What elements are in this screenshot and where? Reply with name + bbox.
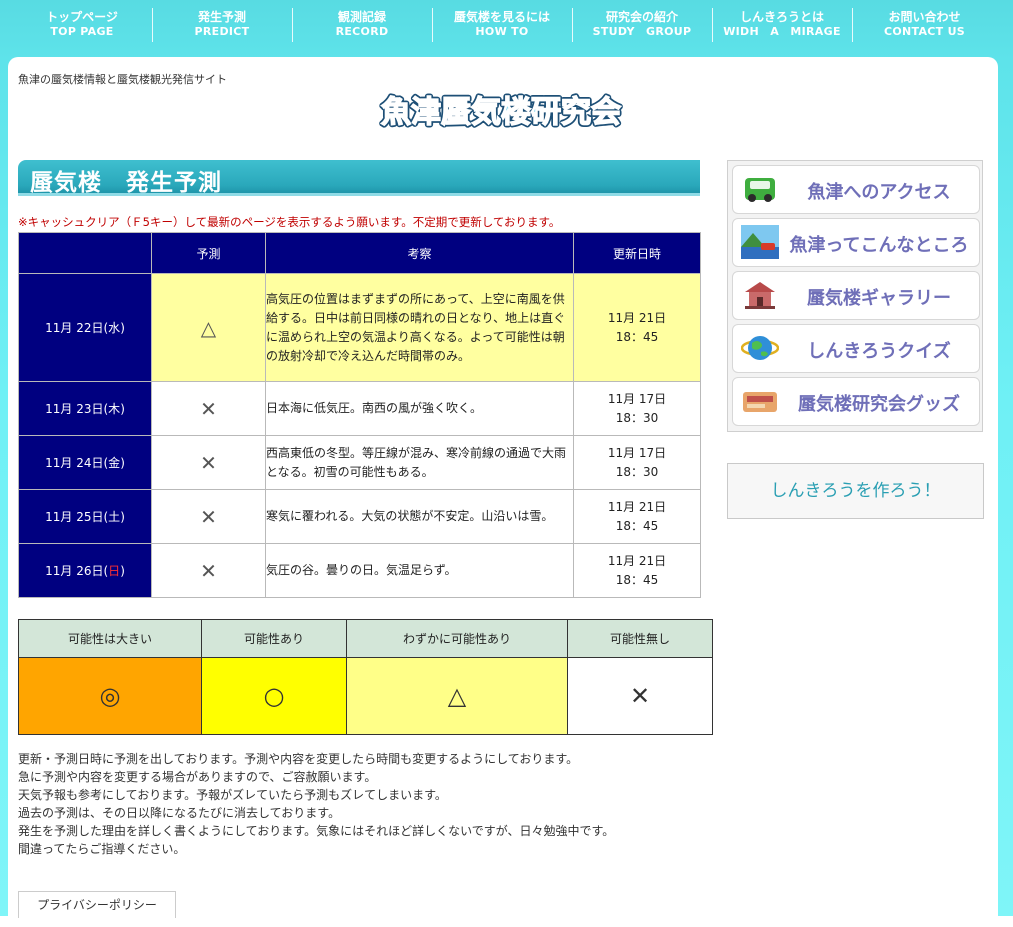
nav-label-en: CONTACT US (883, 25, 966, 38)
top-nav: トップページ TOP PAGE 発生予測 PREDICT 観測記録 RECORD… (12, 6, 997, 44)
nav-mirage[interactable]: しんきろうとは WIDH A MIRAGE (712, 6, 852, 44)
forecast-note: 寒気に覆われる。大気の状態が不安定。山沿いは雪。 (265, 489, 574, 544)
updated-at: 11月 21日 18：45 (573, 543, 701, 598)
row-date: 11月 22日(水) (18, 273, 152, 382)
cache-notice: ※キャッシュクリア（Ｆ5キー）して最新のページを表示するよう願います。不定期で更… (18, 215, 561, 229)
row-date: 11月 23日(木) (18, 381, 152, 436)
nav-label-en: WIDH A MIRAGE (723, 25, 841, 38)
table-row: 11月 22日(水) △ 高気圧の位置はまずまずの所にあって、上空に南風を供給す… (18, 273, 701, 382)
sidebar-item-label: 魚津ってこんなところ (789, 235, 969, 256)
legend-symbol: ○ (201, 657, 347, 735)
updated-at: 11月 17日 18：30 (573, 381, 701, 436)
legend-label: 可能性あり (201, 619, 347, 658)
nav-label-jp: 研究会の紹介 (605, 10, 678, 24)
forecast-note: 西高東低の冬型。等圧線が混み、寒冷前線の通過で大雨となる。初雪の可能性もある。 (265, 435, 574, 490)
car-icon (741, 172, 779, 206)
info-text: 更新・予測日時に予測を出しております。予測や内容を変更したら時間も変更するように… (18, 750, 614, 858)
legend-label-row: 可能性は大きい 可能性あり わずかに可能性あり 可能性無し (18, 619, 713, 658)
logo-text: 魚津蜃気楼研究会 (381, 95, 621, 130)
updated-at: 11月 17日 18：30 (573, 435, 701, 490)
site-logo[interactable]: 魚津蜃気楼研究会 魚津蜃気楼研究会 (370, 89, 632, 133)
nav-how-to[interactable]: 蜃気楼を見るには HOW TO (432, 6, 572, 44)
sidebar-item-about-uozu[interactable]: 魚津ってこんなところ (732, 218, 980, 267)
nav-record[interactable]: 観測記録 RECORD (292, 6, 432, 44)
globe-icon (740, 331, 780, 365)
info-line: 更新・予測日時に予測を出しております。予測や内容を変更したら時間も変更するように… (18, 752, 579, 766)
info-line: 発生を予測した理由を詳しく書くようにしております。気象にはそれほど詳しくないです… (18, 824, 615, 838)
sidebar: 魚津へのアクセス 魚津ってこんなところ 蜃気楼ギャラリー しんきろうクイズ 蜃気… (727, 160, 983, 432)
legend-label: わずかに可能性あり (346, 619, 568, 658)
nav-study-group[interactable]: 研究会の紹介 STUDY GROUP (572, 6, 712, 44)
legend-symbol: △ (346, 657, 568, 735)
legend-symbol-row: ◎ ○ △ ✕ (18, 657, 713, 735)
forecast-symbol: ✕ (151, 543, 266, 598)
header-forecast: 予測 (151, 232, 266, 274)
nav-contact[interactable]: お問い合わせ CONTACT US (852, 6, 997, 44)
forecast-symbol: ✕ (151, 489, 266, 544)
nav-label-en: TOP PAGE (50, 25, 114, 38)
sidebar-item-goods[interactable]: 蜃気楼研究会グッズ (732, 377, 980, 426)
nav-label-jp: トップページ (46, 10, 118, 24)
page-title-bar: 蜃気楼 発生予測 (18, 160, 700, 196)
sidebar-item-quiz[interactable]: しんきろうクイズ (732, 324, 980, 373)
forecast-symbol: △ (151, 273, 266, 382)
content-panel: 魚津の蜃気楼情報と蜃気楼観光発信サイト 魚津蜃気楼研究会 魚津蜃気楼研究会 蜃気… (8, 57, 998, 927)
legend-label: 可能性無し (567, 619, 713, 658)
info-line: 天気予報も参考にしております。予報がズレていたら予測もズレてしまいます。 (18, 788, 447, 802)
forecast-header-row: 予測 考察 更新日時 (18, 232, 701, 274)
forecast-symbol: ✕ (151, 381, 266, 436)
nav-label-en: PREDICT (194, 25, 250, 38)
table-row: 11月 24日(金) ✕ 西高東低の冬型。等圧線が混み、寒冷前線の通過で大雨とな… (18, 435, 701, 490)
sidebar-item-access[interactable]: 魚津へのアクセス (732, 165, 980, 214)
table-row: 11月 25日(土) ✕ 寒気に覆われる。大気の状態が不安定。山沿いは雪。 11… (18, 489, 701, 544)
legend-label: 可能性は大きい (18, 619, 202, 658)
goods-icon (741, 384, 779, 418)
nav-label-jp: 発生予測 (197, 10, 246, 24)
sidebar-item-gallery[interactable]: 蜃気楼ギャラリー (732, 271, 980, 320)
forecast-note: 日本海に低気圧。南西の風が強く吹く。 (265, 381, 574, 436)
header-note: 考察 (265, 232, 574, 274)
updated-at: 11月 21日 18：45 (573, 489, 701, 544)
nav-top-page[interactable]: トップページ TOP PAGE (12, 6, 152, 44)
row-date: 11月 26日(日) (18, 543, 152, 598)
nav-predict[interactable]: 発生予測 PREDICT (152, 6, 292, 44)
forecast-table: 予測 考察 更新日時 11月 22日(水) △ 高気圧の位置はまずまずの所にあっ… (18, 232, 701, 598)
sidebar-item-label: 蜃気楼ギャラリー (807, 288, 951, 309)
info-line: 過去の予測は、その日以降になるたびに消去しております。 (18, 806, 341, 820)
row-date: 11月 25日(土) (18, 489, 152, 544)
updated-at: 11月 21日 18：45 (573, 273, 701, 382)
privacy-policy-link[interactable]: プライバシーポリシー (18, 891, 176, 918)
info-line: 急に予測や内容を変更する場合がありますので、ご容赦願います。 (18, 770, 377, 784)
sidebar-item-label: 魚津へのアクセス (807, 182, 951, 203)
forecast-note: 高気圧の位置はまずまずの所にあって、上空に南風を供給する。日中は前日同様の晴れの… (265, 273, 574, 382)
table-row: 11月 23日(木) ✕ 日本海に低気圧。南西の風が強く吹く。 11月 17日 1… (18, 381, 701, 436)
info-line: 間違ってたらご指導ください。 (18, 842, 186, 856)
legend-symbol: ✕ (567, 657, 713, 735)
site-tagline: 魚津の蜃気楼情報と蜃気楼観光発信サイト (18, 73, 227, 86)
nav-label-en: STUDY GROUP (592, 25, 692, 38)
nav-label-jp: お問い合わせ (888, 10, 961, 24)
forecast-note: 気圧の谷。曇りの日。気温足らず。 (265, 543, 574, 598)
landscape-icon (741, 225, 779, 259)
nav-label-en: RECORD (335, 25, 389, 38)
make-mirage-button[interactable]: しんきろうを作ろう！ (727, 463, 984, 519)
legend-table: 可能性は大きい 可能性あり わずかに可能性あり 可能性無し ◎ ○ △ ✕ (18, 619, 713, 735)
page-title: 蜃気楼 発生予測 (30, 170, 222, 196)
nav-label-en: HOW TO (475, 25, 529, 38)
nav-label-jp: しんきろうとは (739, 10, 824, 24)
gallery-icon (741, 278, 779, 312)
legend-symbol: ◎ (18, 657, 202, 735)
row-date: 11月 24日(金) (18, 435, 152, 490)
sidebar-item-label: 蜃気楼研究会グッズ (798, 394, 960, 415)
table-row: 11月 26日(日) ✕ 気圧の谷。曇りの日。気温足らず。 11月 21日 18：… (18, 543, 701, 598)
nav-label-jp: 蜃気楼を見るには (453, 10, 550, 24)
header-updated: 更新日時 (573, 232, 701, 274)
header-date (18, 232, 152, 274)
forecast-symbol: ✕ (151, 435, 266, 490)
sidebar-item-label: しんきろうクイズ (807, 341, 951, 362)
nav-label-jp: 観測記録 (337, 10, 386, 24)
